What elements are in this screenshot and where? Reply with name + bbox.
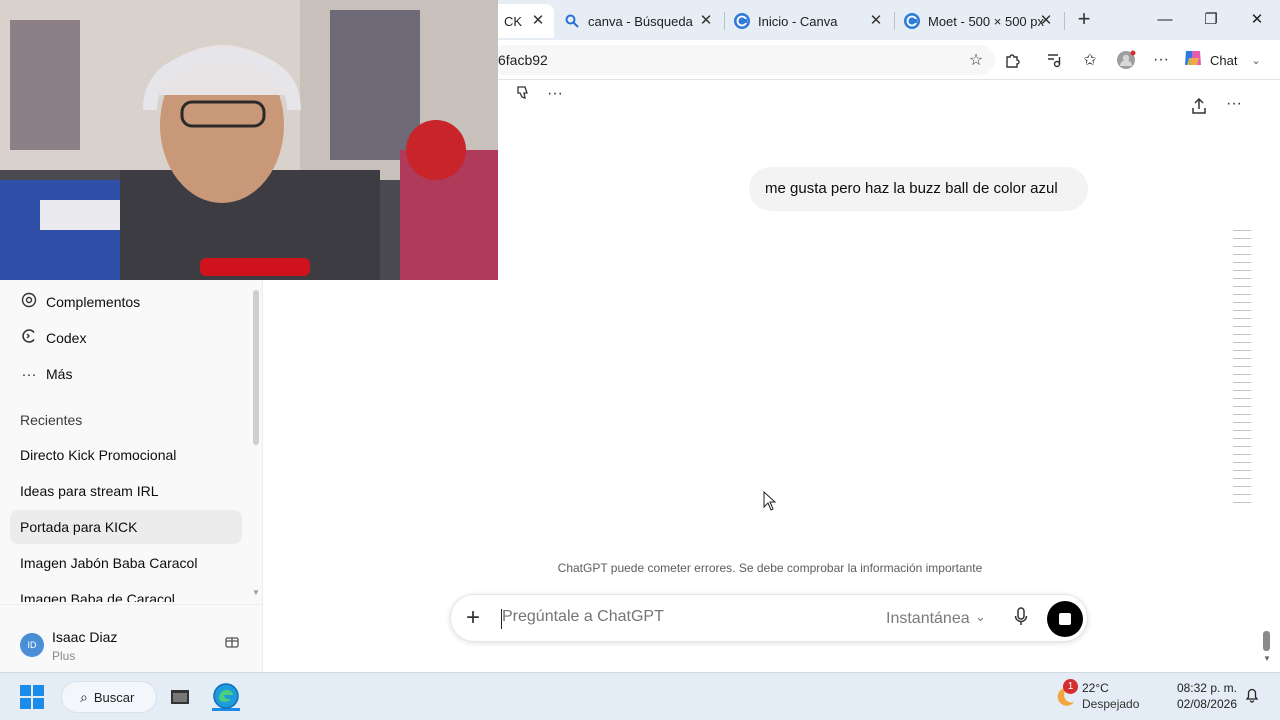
canva-icon [904,13,920,29]
recents-heading: Recientes [20,412,83,428]
user-account-row[interactable]: ID Isaac Diaz Plus [0,604,262,672]
apps-icon [20,292,38,312]
conversation-options-icon[interactable]: ··· [1226,95,1242,113]
tab-label: Moet - 500 × 500 px [928,13,1044,29]
url-field[interactable] [490,45,995,75]
more-actions-icon[interactable]: ··· [547,85,563,103]
sidebar-item-label: Complementos [46,294,141,310]
page-scrollbar[interactable] [1263,631,1270,651]
clock-time[interactable]: 08:32 p. m. [1150,681,1237,695]
extensions-icon[interactable] [1003,50,1023,70]
sidebar-item-codex[interactable]: Codex [20,324,86,352]
composer: + Instantánea ⌄ [450,594,1088,642]
chevron-down-icon[interactable]: ⌄ [975,609,986,625]
recent-chat-item[interactable]: Ideas para stream IRL [10,474,242,508]
minimize-icon[interactable]: — [1153,8,1177,32]
user-name: Isaac Diaz [52,629,118,645]
codex-icon [20,328,38,348]
tab-chatgpt[interactable]: CK ✕ [490,4,554,38]
media-control-icon[interactable] [1044,50,1064,70]
tab-label: Inicio - Canva [758,13,838,29]
tab-separator [1064,12,1065,30]
tab-canva-home[interactable]: Inicio - Canva ✕ [726,4,892,38]
tab-canva-design[interactable]: Moet - 500 × 500 px ✕ [896,4,1062,38]
copilot-icon [1182,47,1204,74]
canva-icon [734,13,750,29]
restore-icon[interactable]: ❐ [1199,8,1223,32]
close-window-icon[interactable]: ✕ [1245,8,1269,32]
tab-label: canva - Búsqueda [588,13,693,29]
conversation-minimap[interactable] [1233,230,1251,515]
sidebar-item-mas[interactable]: ··· Más [20,360,73,388]
sidebar-item-label: Codex [46,330,87,346]
notification-bell-icon[interactable] [1244,687,1262,705]
more-icon: ··· [21,365,37,383]
weather-description[interactable]: Despejado [1082,697,1139,711]
mouse-cursor-icon [763,490,777,516]
user-message-bubble: me gusta pero haz la buzz ball de color … [749,167,1088,211]
windows-start-icon[interactable] [20,685,44,709]
add-attachment-icon[interactable]: + [466,605,480,631]
tab-label: CK [504,13,523,29]
tab-canva-search[interactable]: canva - Búsqueda ✕ [556,4,722,38]
sidebar-item-label: Más [46,366,73,382]
share-icon[interactable] [1190,97,1208,120]
webcam-streamer-image [0,0,498,280]
weather-temperature[interactable]: 22°C [1082,681,1109,695]
tab-close-icon[interactable]: ✕ [1038,13,1054,29]
gift-icon[interactable] [222,633,242,653]
scroll-down-arrow-icon[interactable]: ▼ [252,588,260,597]
copilot-label: Chat [1210,52,1238,68]
url-text[interactable]: 6facb92 [498,52,548,68]
windows-taskbar: ⌕ Buscar 1 22°C Despejado 08:32 p. m. 02… [0,672,1280,720]
weather-notification-badge: 1 [1063,679,1078,694]
user-plan: Plus [52,649,76,663]
tab-close-icon[interactable]: ✕ [698,13,714,29]
tab-close-icon[interactable]: ✕ [868,13,884,29]
recent-chat-item-selected[interactable]: Portada para KICK [10,510,242,544]
task-view-icon[interactable] [166,683,194,711]
clock-date[interactable]: 02/08/2026 [1150,697,1237,711]
recent-chat-item[interactable]: Imagen Jabón Baba Caracol [10,546,242,580]
chevron-down-icon: ⌄ [1251,54,1261,67]
tab-separator [894,12,895,30]
favorites-icon[interactable]: ✩ [1080,50,1100,70]
sidebar-item-complementos[interactable]: Complementos [20,288,140,316]
avatar: ID [20,633,44,657]
model-selector-label[interactable]: Instantánea [886,610,970,628]
prompt-input[interactable] [502,608,862,626]
new-tab-icon[interactable]: + [1072,8,1096,32]
search-icon [564,13,580,29]
sidebar-scrollbar[interactable] [253,290,259,445]
copilot-chat-button[interactable]: Chat ⌄ [1182,46,1274,74]
taskbar-search-button[interactable]: ⌕ Buscar [61,681,157,713]
disclaimer-text: ChatGPT puede cometer errores. Se debe c… [557,561,983,575]
tab-separator [724,12,725,30]
profile-avatar-icon[interactable] [1116,50,1136,70]
recent-chat-item[interactable]: Directo Kick Promocional [10,438,242,472]
search-icon: ⌕ [80,688,88,705]
scroll-down-arrow-icon[interactable]: ▼ [1263,654,1271,663]
recent-chat-item[interactable]: Imagen Baba de Caracol [10,582,242,602]
webcam-overlay [0,0,498,280]
microphone-icon[interactable] [1011,607,1031,631]
taskbar-search-label: Buscar [93,689,135,705]
stop-generation-button[interactable] [1047,601,1083,637]
more-options-icon[interactable]: ··· [1151,50,1171,70]
thumbs-down-icon[interactable] [515,85,531,106]
stop-icon [1059,613,1071,625]
edge-browser-icon[interactable] [212,682,240,711]
favorite-star-icon[interactable]: ☆ [966,50,986,70]
tab-close-icon[interactable]: ✕ [530,13,546,29]
